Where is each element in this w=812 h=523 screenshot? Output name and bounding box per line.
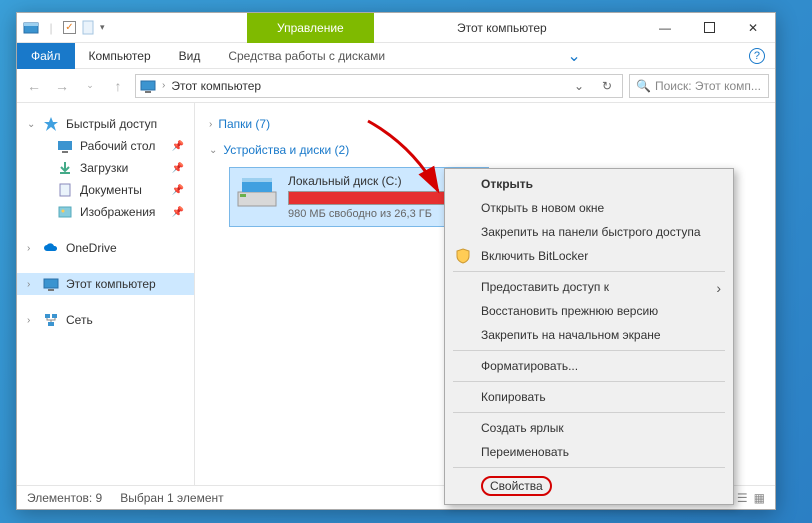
label: Быстрый доступ (66, 117, 157, 131)
desktop-icon (57, 138, 73, 154)
selection-count: Выбран 1 элемент (120, 491, 223, 505)
close-button[interactable]: ✕ (731, 13, 775, 43)
ctx-open[interactable]: Открыть (447, 172, 731, 196)
documents-icon (57, 182, 73, 198)
cloud-icon (43, 240, 59, 256)
label: Изображения (80, 205, 155, 219)
sidebar-pictures[interactable]: Изображения 📌 (17, 201, 194, 223)
recent-dropdown-icon[interactable]: ⌄ (79, 75, 101, 97)
sidebar-onedrive[interactable]: › OneDrive (17, 237, 194, 259)
document-icon[interactable] (80, 20, 96, 36)
section-devices[interactable]: ⌄ Устройства и диски (2) (209, 137, 761, 163)
tab-view[interactable]: Вид (165, 43, 215, 69)
chevron-down-icon[interactable]: ⌄ (27, 119, 35, 130)
ctx-restore-version[interactable]: Восстановить прежнюю версию (447, 299, 731, 323)
chevron-right-icon[interactable]: › (27, 243, 30, 254)
ribbon-expand-icon[interactable]: ⌄ (555, 46, 592, 66)
forward-button[interactable]: → (51, 75, 73, 97)
ctx-format[interactable]: Форматировать... (447, 354, 731, 378)
search-input[interactable]: 🔍 Поиск: Этот комп... (629, 74, 769, 98)
tiles-view-icon[interactable]: ▦ (754, 491, 765, 505)
dropdown-icon[interactable]: ▾ (100, 22, 105, 33)
refresh-icon[interactable]: ↻ (596, 79, 618, 93)
section-label: Устройства и диски (2) (223, 143, 349, 157)
ctx-copy[interactable]: Копировать (447, 385, 731, 409)
ctx-properties[interactable]: Свойства (447, 471, 731, 501)
shield-icon (455, 248, 471, 264)
explorer-icon (23, 20, 39, 36)
separator (453, 350, 725, 351)
pin-icon: 📌 (172, 207, 184, 218)
label: Документы (80, 183, 142, 197)
capacity-bar (288, 191, 458, 205)
navigation-bar: ← → ⌄ ↑ › Этот компьютер ⌄ ↻ 🔍 Поиск: Эт… (17, 69, 775, 103)
chevron-down-icon[interactable]: ⌄ (209, 145, 217, 156)
sidebar-documents[interactable]: Документы 📌 (17, 179, 194, 201)
navigation-pane: ⌄ Быстрый доступ Рабочий стол 📌 Загрузки… (17, 103, 195, 485)
details-view-icon[interactable]: ☰ (737, 491, 748, 505)
ctx-pin-start[interactable]: Закрепить на начальном экране (447, 323, 731, 347)
maximize-button[interactable] (687, 13, 731, 43)
ctx-pin-quick-access[interactable]: Закрепить на панели быстрого доступа (447, 220, 731, 244)
chevron-right-icon[interactable]: › (27, 279, 30, 290)
sidebar-network[interactable]: › Сеть (17, 309, 194, 331)
label: Загрузки (80, 161, 128, 175)
item-count: Элементов: 9 (27, 491, 102, 505)
back-button[interactable]: ← (23, 75, 45, 97)
section-folders[interactable]: › Папки (7) (209, 111, 761, 137)
separator (453, 381, 725, 382)
ctx-rename[interactable]: Переименовать (447, 440, 731, 464)
ribbon-tabs: Файл Компьютер Вид Средства работы с дис… (17, 43, 775, 69)
search-icon: 🔍 (636, 79, 651, 93)
window-title: Этот компьютер (457, 21, 547, 35)
sidebar-downloads[interactable]: Загрузки 📌 (17, 157, 194, 179)
ctx-bitlocker[interactable]: Включить BitLocker (447, 244, 731, 268)
search-placeholder: Поиск: Этот комп... (655, 79, 761, 93)
label: Сеть (66, 313, 93, 327)
titlebar: | ✓ ▾ Управление Этот компьютер ― ✕ (17, 13, 775, 43)
section-label: Папки (7) (218, 117, 270, 131)
address-text: Этот компьютер (171, 79, 562, 93)
sidebar-desktop[interactable]: Рабочий стол 📌 (17, 135, 194, 157)
chevron-right-icon[interactable]: › (27, 315, 30, 326)
breadcrumb-chevron-icon[interactable]: › (162, 80, 165, 91)
pin-icon: 📌 (172, 141, 184, 152)
pc-icon (140, 78, 156, 94)
address-dropdown-icon[interactable]: ⌄ (568, 79, 590, 93)
pin-icon: 📌 (172, 163, 184, 174)
label: Этот компьютер (66, 277, 156, 291)
help-icon[interactable]: ? (749, 48, 765, 64)
tab-file[interactable]: Файл (17, 43, 75, 69)
pin-icon: 📌 (172, 185, 184, 196)
sidebar-this-pc[interactable]: › Этот компьютер (17, 273, 194, 295)
ctx-create-shortcut[interactable]: Создать ярлык (447, 416, 731, 440)
tab-drive-tools[interactable]: Средства работы с дисками (214, 43, 399, 69)
separator: | (43, 20, 59, 36)
star-icon (43, 116, 59, 132)
up-button[interactable]: ↑ (107, 75, 129, 97)
separator (453, 412, 725, 413)
minimize-button[interactable]: ― (643, 13, 687, 43)
address-bar[interactable]: › Этот компьютер ⌄ ↻ (135, 74, 623, 98)
context-menu: Открыть Открыть в новом окне Закрепить н… (444, 168, 734, 505)
separator (453, 271, 725, 272)
sidebar-quick-access[interactable]: ⌄ Быстрый доступ (17, 113, 194, 135)
label: Рабочий стол (80, 139, 155, 153)
ctx-share[interactable]: Предоставить доступ к (447, 275, 731, 299)
network-icon (43, 312, 59, 328)
chevron-right-icon[interactable]: › (209, 119, 212, 130)
tab-computer[interactable]: Компьютер (75, 43, 165, 69)
checkbox-icon[interactable]: ✓ (63, 21, 76, 34)
pc-icon (43, 276, 59, 292)
separator (453, 467, 725, 468)
quick-access-toolbar: | ✓ ▾ (17, 20, 111, 36)
label: OneDrive (66, 241, 117, 255)
drive-icon (236, 174, 278, 210)
pictures-icon (57, 204, 73, 220)
manage-tab[interactable]: Управление (247, 13, 374, 43)
downloads-icon (57, 160, 73, 176)
ctx-open-new-window[interactable]: Открыть в новом окне (447, 196, 731, 220)
